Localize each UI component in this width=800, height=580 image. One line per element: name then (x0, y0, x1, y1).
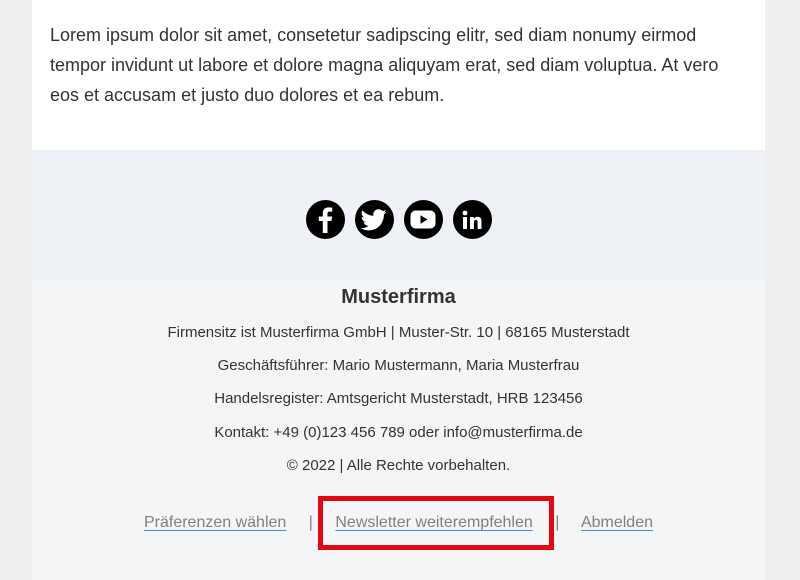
company-name: Musterfirma (341, 286, 456, 308)
management-line: Geschäftsführer: Mario Mustermann, Maria… (217, 357, 580, 374)
social-links (32, 200, 765, 239)
linkedin-icon[interactable] (452, 200, 492, 239)
link-separator: | (555, 514, 560, 531)
copyright-line: © 2022 | Alle Rechte vorbehalten. (286, 457, 511, 474)
twitter-icon[interactable] (354, 200, 394, 239)
social-band (32, 150, 765, 280)
address-line: Firmensitz ist Musterfirma GmbH | Muster… (167, 324, 630, 341)
link-separator: | (308, 514, 313, 531)
newsletter-page: Lorem ipsum dolor sit amet, consetetur s… (32, 0, 765, 580)
preferences-link[interactable]: Präferenzen wählen (144, 514, 286, 531)
unsubscribe-link[interactable]: Abmelden (581, 514, 653, 531)
contact-line: Kontakt: +49 (0)123 456 789 oder info@mu… (214, 424, 583, 441)
highlight-box (318, 496, 554, 550)
content-block: Lorem ipsum dolor sit amet, consetetur s… (32, 0, 765, 150)
body-paragraph: Lorem ipsum dolor sit amet, consetetur s… (50, 25, 719, 105)
register-line: Handelsregister: Amtsgericht Musterstadt… (214, 390, 583, 407)
facebook-icon[interactable] (305, 200, 345, 239)
youtube-icon[interactable] (403, 200, 443, 239)
footer: Musterfirma Firmensitz ist Musterfirma G… (32, 150, 765, 580)
